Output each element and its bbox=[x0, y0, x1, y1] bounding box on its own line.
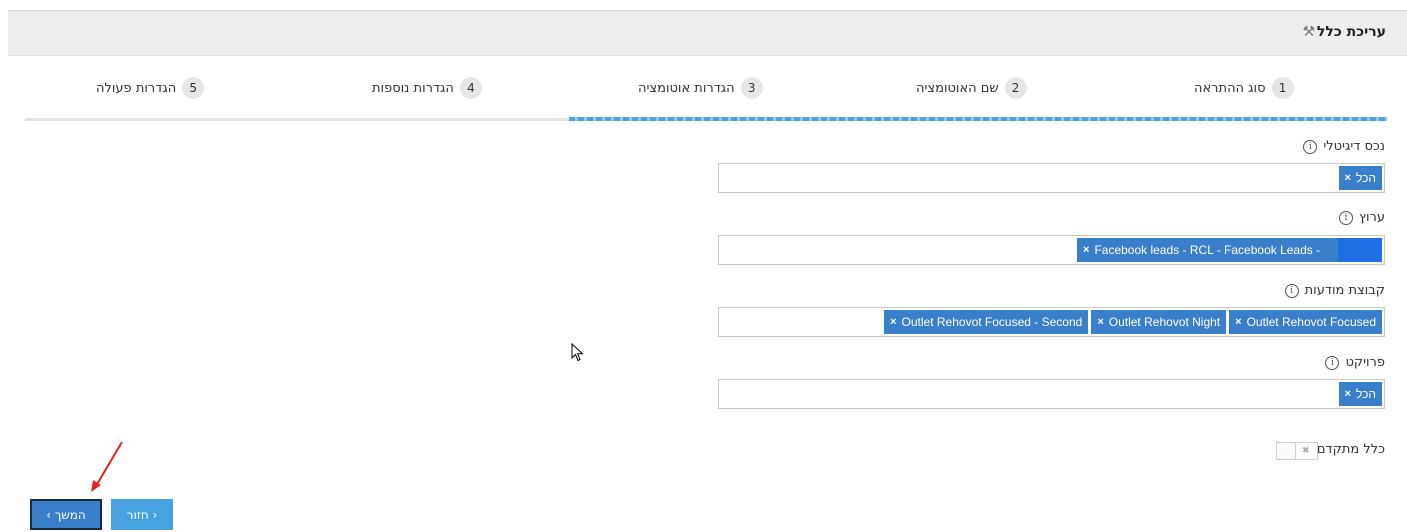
step-number: 2 bbox=[1004, 77, 1027, 99]
step-label: הגדרות נוספות bbox=[372, 80, 454, 96]
toggle-knob bbox=[1277, 443, 1296, 459]
info-icon[interactable]: i bbox=[1303, 139, 1318, 154]
wizard-step-4[interactable]: 4 הגדרות נוספות bbox=[372, 76, 482, 100]
mouse-cursor-icon bbox=[571, 343, 584, 362]
step-label: שם האוטומציה bbox=[916, 80, 999, 96]
toggle-off-icon: ✖ bbox=[1302, 446, 1310, 456]
page-title: עריכת כלל bbox=[1316, 24, 1386, 40]
info-icon[interactable]: i bbox=[1325, 355, 1340, 370]
back-button[interactable]: ‹ חזור bbox=[111, 499, 173, 530]
remove-tag-icon[interactable]: × bbox=[890, 316, 896, 328]
digital-asset-label: נכס דיגיטלי i bbox=[1303, 139, 1385, 154]
channel-label: ערוץ i bbox=[1338, 210, 1385, 225]
annotation-arrow-icon bbox=[91, 441, 123, 492]
project-multiselect[interactable]: הכל × bbox=[718, 379, 1385, 409]
remove-tag-icon[interactable]: × bbox=[1235, 316, 1241, 328]
wizard-step-5[interactable]: 5 הגדרות פעולה bbox=[96, 76, 205, 100]
tag-label: הכל bbox=[1355, 387, 1376, 401]
channel-label-text: ערוץ bbox=[1358, 210, 1385, 225]
step-number: 3 bbox=[740, 77, 763, 99]
info-icon[interactable]: i bbox=[1284, 283, 1299, 298]
top-strip bbox=[0, 0, 1407, 8]
selected-tag: × Facebook leads - RCL - Facebook Leads … bbox=[1077, 238, 1382, 262]
project-label-text: פרויקט bbox=[1345, 355, 1385, 370]
step-label: הגדרות פעולה bbox=[96, 80, 177, 96]
remove-tag-icon[interactable]: × bbox=[1083, 244, 1089, 256]
tag-label: Outlet Rehovot Focused bbox=[1246, 315, 1376, 329]
remove-tag-icon[interactable]: × bbox=[1097, 316, 1103, 328]
step-number: 4 bbox=[459, 77, 482, 99]
info-icon[interactable]: i bbox=[1338, 210, 1353, 225]
next-button[interactable]: המשך › bbox=[30, 499, 102, 530]
wizard-progress-fill bbox=[569, 117, 1387, 121]
selected-tag: הכל × bbox=[1338, 382, 1382, 406]
advanced-rule-label: כלל מתקדם bbox=[1316, 442, 1385, 457]
wrench-icon: ⚒ bbox=[1302, 24, 1315, 40]
tag-label: Outlet Rehovot Focused - Second bbox=[901, 315, 1083, 329]
tag-label: הכל bbox=[1355, 171, 1376, 185]
step-label: סוג ההתראה bbox=[1194, 80, 1266, 96]
channel-multiselect[interactable]: × Facebook leads - RCL - Facebook Leads … bbox=[718, 235, 1385, 265]
selected-tag: × Outlet Rehovot Night bbox=[1091, 310, 1227, 334]
remove-tag-icon[interactable]: × bbox=[1345, 172, 1351, 184]
wizard-step-3[interactable]: 3 הגדרות אוטומציה bbox=[638, 76, 763, 100]
step-label: הגדרות אוטומציה bbox=[638, 80, 735, 96]
selected-tag: × Outlet Rehovot Focused bbox=[1229, 310, 1382, 334]
tag-label: Facebook leads - RCL - Facebook Leads - bbox=[1094, 243, 1321, 257]
wizard-step-2[interactable]: 2 שם האוטומציה bbox=[916, 76, 1027, 100]
digital-asset-multiselect[interactable]: הכל × bbox=[718, 163, 1385, 193]
advanced-rule-toggle[interactable]: ✖ bbox=[1276, 442, 1318, 460]
ad-group-multiselect[interactable]: × Outlet Rehovot Focused × Outlet Rehovo… bbox=[718, 307, 1385, 337]
wizard-step-1[interactable]: 1 סוג ההתראה bbox=[1194, 76, 1294, 100]
ad-group-label: קבוצת מודעות i bbox=[1284, 283, 1385, 298]
step-number: 5 bbox=[182, 77, 205, 99]
tag-label: Outlet Rehovot Night bbox=[1108, 315, 1221, 329]
project-label: פרויקט i bbox=[1325, 355, 1385, 370]
selected-tag: × Outlet Rehovot Focused - Second bbox=[884, 310, 1089, 334]
redacted-block bbox=[1338, 238, 1382, 262]
step-number: 1 bbox=[1271, 77, 1294, 99]
remove-tag-icon[interactable]: × bbox=[1345, 388, 1351, 400]
selected-tag: הכל × bbox=[1338, 166, 1382, 190]
digital-asset-label-text: נכס דיגיטלי bbox=[1323, 139, 1385, 154]
panel-header: עריכת כלל ⚒ bbox=[8, 10, 1407, 56]
ad-group-label-text: קבוצת מודעות bbox=[1304, 283, 1385, 298]
